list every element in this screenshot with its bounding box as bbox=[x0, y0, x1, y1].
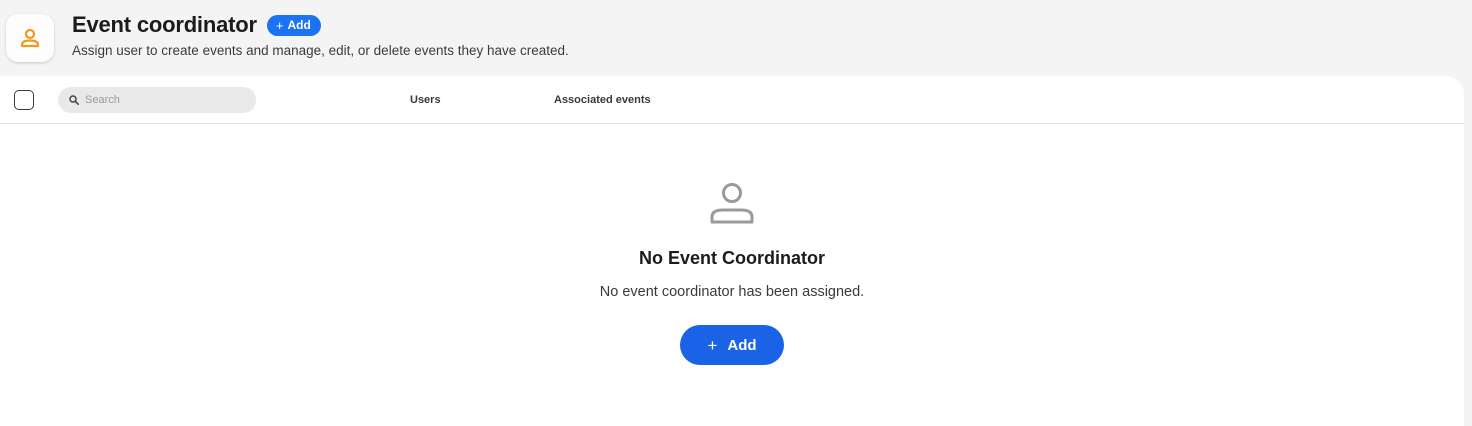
header-add-button[interactable]: + Add bbox=[266, 14, 321, 36]
empty-state-title: No Event Coordinator bbox=[638, 248, 825, 268]
select-all-checkbox[interactable] bbox=[14, 90, 34, 110]
plus-icon: + bbox=[707, 335, 718, 355]
empty-state-add-label: Add bbox=[727, 336, 757, 354]
empty-state-add-button[interactable]: + Add bbox=[680, 325, 784, 365]
header-add-label: Add bbox=[287, 18, 311, 32]
search-icon bbox=[69, 95, 79, 105]
user-badge-icon bbox=[6, 14, 54, 62]
page-title: Event coordinator bbox=[72, 12, 257, 37]
page-subtitle: Assign user to create events and manage,… bbox=[72, 43, 569, 58]
empty-state-description: No event coordinator has been assigned. bbox=[599, 284, 865, 300]
column-header-users[interactable]: Users bbox=[410, 94, 441, 106]
title-row: Event coordinator + Add bbox=[72, 12, 321, 38]
search-box bbox=[58, 87, 256, 113]
page: Event coordinator + Add Assign user to c… bbox=[0, 0, 1472, 426]
plus-icon: + bbox=[275, 17, 284, 33]
search-input[interactable] bbox=[85, 94, 245, 106]
person-icon bbox=[707, 181, 757, 232]
coordinator-card: Users Associated events No Event Coordin… bbox=[0, 76, 1464, 426]
column-header-associated-events[interactable]: Associated events bbox=[554, 94, 651, 106]
table-header: Users Associated events bbox=[0, 76, 1464, 124]
